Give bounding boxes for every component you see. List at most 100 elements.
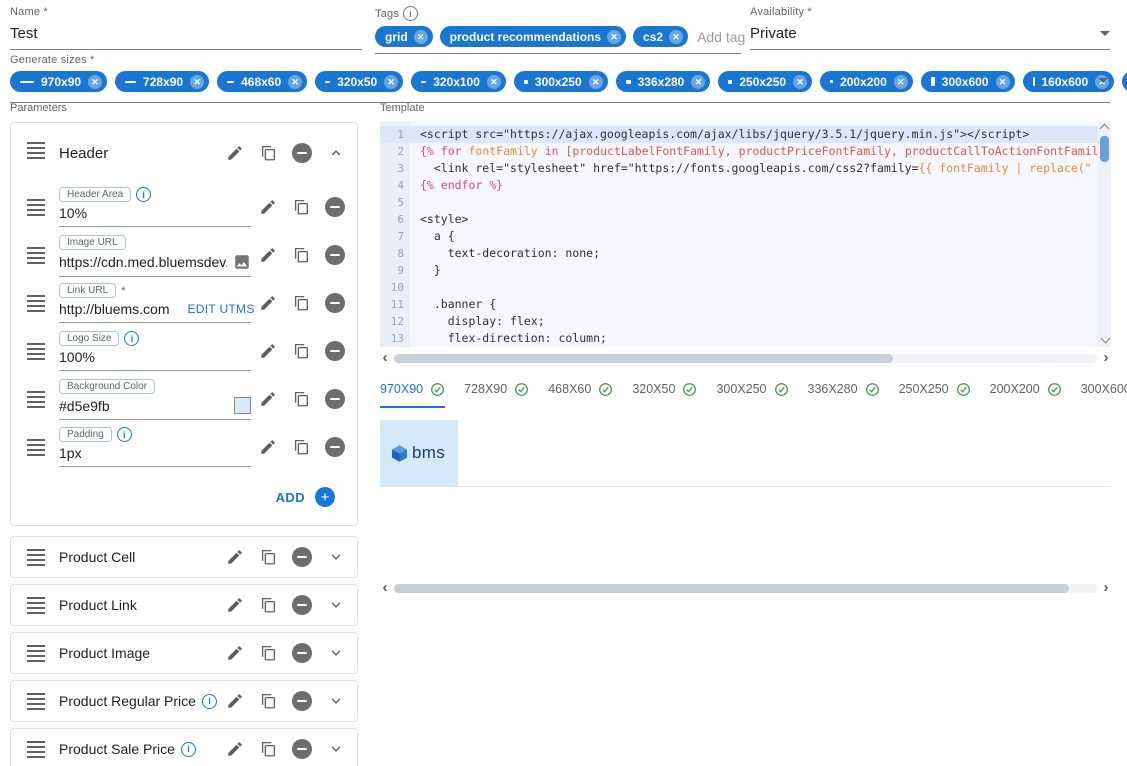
duplicate-icon[interactable] [292, 246, 310, 264]
size-tab-468x60[interactable]: 468X60 [548, 382, 613, 408]
scrollbar-track[interactable] [394, 354, 1097, 363]
size-chip[interactable]: 250x250✕ [718, 71, 812, 92]
edit-icon[interactable] [226, 548, 244, 566]
size-tab-200x200[interactable]: 200X200 [990, 382, 1062, 408]
size-chip[interactable]: 120x600✕ [1122, 71, 1127, 92]
duplicate-icon[interactable] [292, 438, 310, 456]
chevron-down-icon[interactable] [327, 548, 345, 566]
chevron-down-icon[interactable] [327, 692, 345, 710]
remove-icon[interactable] [325, 389, 345, 409]
size-chip[interactable]: 970x90✕ [10, 71, 107, 92]
size-chip[interactable]: 300x250✕ [514, 71, 608, 92]
edit-icon[interactable] [226, 740, 244, 758]
remove-icon[interactable] [292, 143, 312, 163]
edit-icon[interactable] [226, 644, 244, 662]
chevron-up-icon[interactable] [327, 144, 345, 162]
remove-icon[interactable] [325, 245, 345, 265]
chevron-down-icon[interactable] [327, 644, 345, 662]
edit-icon[interactable] [259, 294, 277, 312]
remove-chip-icon[interactable]: ✕ [669, 30, 683, 44]
edit-icon[interactable] [259, 198, 277, 216]
drag-handle-icon[interactable] [27, 645, 45, 662]
remove-icon[interactable] [325, 197, 345, 217]
drag-handle-icon[interactable] [27, 597, 45, 614]
duplicate-icon[interactable] [259, 740, 277, 758]
remove-chip-icon[interactable]: ✕ [88, 75, 102, 89]
code-editor[interactable]: 12345678910111213 <script src="https://a… [380, 121, 1111, 347]
size-tab-336x280[interactable]: 336X280 [808, 382, 880, 408]
remove-icon[interactable] [325, 293, 345, 313]
size-chip[interactable]: 468x60✕ [217, 71, 307, 92]
duplicate-icon[interactable] [292, 294, 310, 312]
edit-icon[interactable] [259, 438, 277, 456]
remove-chip-icon[interactable]: ✕ [996, 75, 1010, 89]
duplicate-icon[interactable] [292, 342, 310, 360]
remove-icon[interactable] [292, 643, 312, 663]
chevron-down-icon[interactable] [327, 740, 345, 758]
add-parameter-button[interactable]: ADD + [11, 471, 357, 525]
dropdown-arrow-icon[interactable] [1098, 78, 1108, 83]
scroll-right-icon[interactable]: › [1101, 582, 1111, 594]
info-icon[interactable]: i [117, 427, 132, 442]
drag-handle-icon[interactable] [27, 741, 45, 758]
remove-chip-icon[interactable]: ✕ [607, 30, 621, 44]
dropdown-arrow-icon[interactable] [1100, 31, 1110, 36]
remove-icon[interactable] [292, 739, 312, 759]
preview-horizontal-scrollbar[interactable]: ‹ › [380, 581, 1111, 595]
remove-icon[interactable] [292, 547, 312, 567]
size-chip[interactable]: 320x100✕ [411, 71, 506, 92]
drag-handle-icon[interactable] [27, 295, 45, 312]
drag-handle-icon[interactable] [27, 247, 45, 264]
remove-icon[interactable] [325, 341, 345, 361]
size-chip[interactable]: 320x50✕ [315, 71, 403, 92]
size-tab-300x600[interactable]: 300X600 [1081, 382, 1127, 408]
tag-chip[interactable]: product recommendations✕ [440, 26, 626, 47]
size-tab-728x90[interactable]: 728X90 [464, 382, 529, 408]
remove-chip-icon[interactable]: ✕ [414, 30, 428, 44]
drag-handle-icon[interactable] [27, 693, 45, 710]
name-input[interactable]: Test [10, 18, 362, 50]
image-icon[interactable] [233, 253, 251, 271]
size-chip[interactable]: 336x280✕ [616, 71, 711, 92]
remove-chip-icon[interactable]: ✕ [384, 75, 398, 89]
remove-icon[interactable] [292, 595, 312, 615]
scrollbar-thumb[interactable] [394, 584, 1069, 593]
remove-icon[interactable] [325, 437, 345, 457]
color-swatch[interactable] [234, 397, 251, 414]
remove-chip-icon[interactable]: ✕ [487, 75, 501, 89]
edit-icon[interactable] [226, 596, 244, 614]
edit-icon[interactable] [259, 390, 277, 408]
duplicate-icon[interactable] [259, 548, 277, 566]
size-tab-300x250[interactable]: 300X250 [716, 382, 788, 408]
scrollbar-thumb[interactable] [1100, 136, 1109, 162]
drag-handle-icon[interactable] [27, 199, 45, 216]
drag-handle-icon[interactable] [27, 142, 45, 159]
scroll-down-icon[interactable] [1100, 334, 1110, 344]
drag-handle-icon[interactable] [27, 549, 45, 566]
drag-handle-icon[interactable] [27, 391, 45, 408]
remove-chip-icon[interactable]: ✕ [691, 75, 705, 89]
tag-chip[interactable]: cs2✕ [633, 26, 688, 47]
duplicate-icon[interactable] [259, 644, 277, 662]
size-tab-320x50[interactable]: 320X50 [632, 382, 697, 408]
remove-chip-icon[interactable]: ✕ [190, 75, 204, 89]
info-icon[interactable]: i [136, 187, 151, 202]
edit-utms-button[interactable]: EDIT UTMS [188, 302, 255, 316]
duplicate-icon[interactable] [292, 198, 310, 216]
edit-icon[interactable] [259, 342, 277, 360]
remove-chip-icon[interactable]: ✕ [793, 75, 807, 89]
remove-chip-icon[interactable]: ✕ [894, 75, 908, 89]
remove-chip-icon[interactable]: ✕ [288, 75, 302, 89]
remove-icon[interactable] [292, 691, 312, 711]
size-tab-250x250[interactable]: 250X250 [899, 382, 971, 408]
size-chip[interactable]: 200x200✕ [820, 71, 913, 92]
scroll-left-icon[interactable]: ‹ [380, 582, 390, 594]
remove-chip-icon[interactable]: ✕ [589, 75, 603, 89]
drag-handle-icon[interactable] [27, 343, 45, 360]
info-icon[interactable]: i [181, 742, 196, 757]
info-icon[interactable]: i [403, 6, 418, 21]
scroll-right-icon[interactable]: › [1101, 352, 1111, 364]
info-icon[interactable]: i [124, 331, 139, 346]
edit-icon[interactable] [259, 246, 277, 264]
scrollbar-track[interactable] [394, 584, 1097, 593]
